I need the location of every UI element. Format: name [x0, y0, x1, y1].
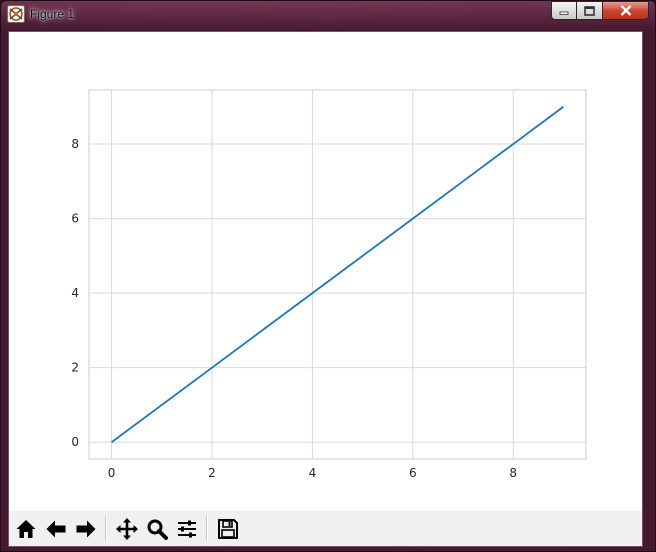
back-button[interactable] — [43, 515, 69, 542]
zoom-button[interactable] — [144, 515, 170, 542]
window-controls — [551, 1, 649, 20]
home-button[interactable] — [13, 515, 39, 542]
x-tick-label: 0 — [108, 466, 116, 480]
x-tick-label: 8 — [509, 466, 517, 480]
x-tick-label: 2 — [208, 466, 216, 480]
y-tick-label: 4 — [71, 286, 79, 300]
minimize-icon — [559, 11, 569, 15]
maximize-button[interactable] — [577, 1, 603, 20]
x-tick-label: 4 — [309, 466, 317, 480]
series-line — [111, 106, 564, 443]
line-chart[interactable]: 0 2 4 6 8 0 2 4 6 8 — [9, 32, 642, 510]
x-tick-label: 6 — [409, 466, 417, 480]
title-bar[interactable]: Figure 1 — [1, 1, 655, 31]
subplots-button[interactable] — [174, 515, 200, 542]
home-icon — [16, 519, 36, 538]
move-icon — [116, 517, 138, 540]
maximize-icon — [584, 5, 595, 16]
close-icon — [620, 5, 631, 16]
minimize-button[interactable] — [551, 1, 577, 20]
magnifier-icon — [147, 519, 168, 540]
y-tick-label: 8 — [71, 137, 79, 151]
sliders-icon — [178, 520, 196, 537]
arrow-right-icon — [76, 520, 96, 537]
app-icon — [7, 5, 25, 23]
pan-button[interactable] — [114, 515, 140, 542]
close-button[interactable] — [603, 1, 649, 20]
toolbar-separator — [206, 516, 208, 541]
save-button[interactable] — [215, 515, 241, 542]
floppy-disk-icon — [218, 518, 238, 539]
y-tick-label: 6 — [71, 212, 79, 226]
forward-button[interactable] — [73, 515, 99, 542]
y-tick-label: 2 — [71, 361, 79, 375]
navigation-toolbar — [9, 511, 642, 546]
y-tick-label: 0 — [71, 435, 79, 449]
toolbar-separator — [105, 516, 107, 541]
figure-canvas-area: 0 2 4 6 8 0 2 4 6 8 — [8, 31, 643, 547]
arrow-left-icon — [46, 520, 66, 537]
window-title: Figure 1 — [30, 7, 75, 21]
figure-window: Figure 1 0 2 4 6 8 0 2 4 6 8 — [0, 0, 656, 552]
